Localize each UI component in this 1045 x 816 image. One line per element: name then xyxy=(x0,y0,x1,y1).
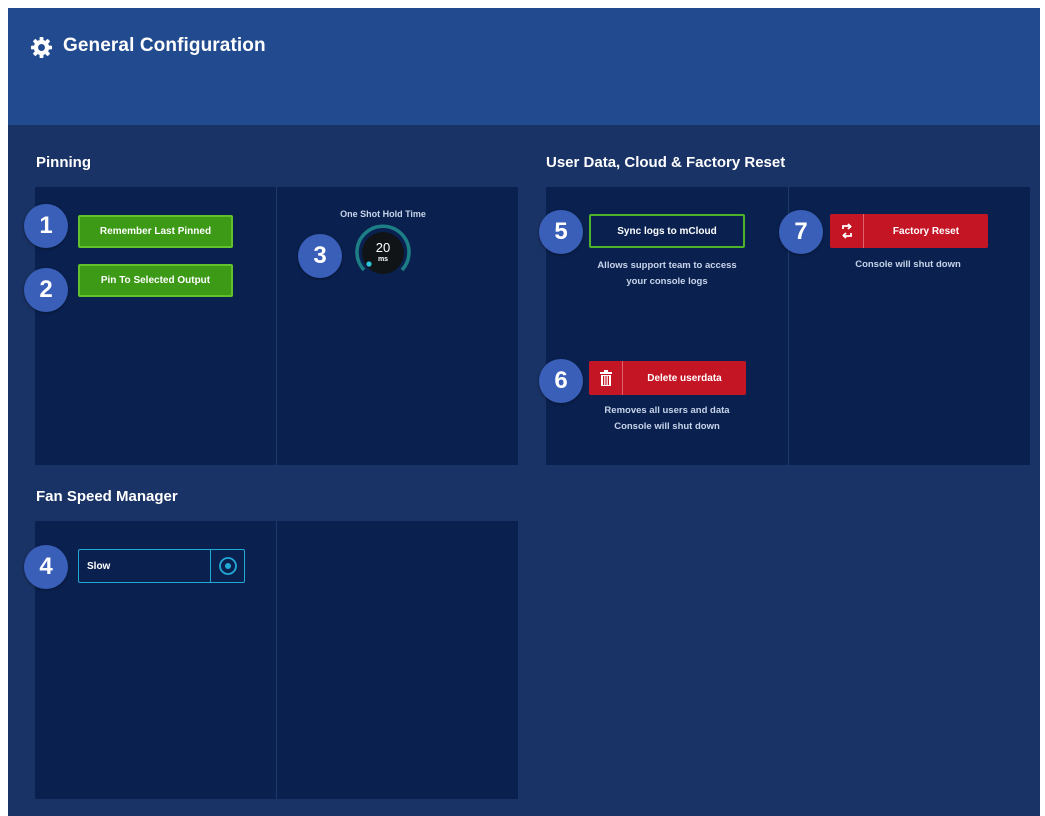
one-shot-hold-time-dial[interactable]: 20 ms xyxy=(353,223,413,283)
delete-userdata-caption-line2: Console will shut down xyxy=(614,421,720,432)
delete-userdata-button[interactable]: Delete userdata xyxy=(589,361,746,395)
one-shot-hold-time-label: One Shot Hold Time xyxy=(340,209,426,219)
callout-badge-3: 3 xyxy=(298,234,342,278)
panel-divider xyxy=(276,187,277,465)
sync-logs-button[interactable]: Sync logs to mCloud xyxy=(589,214,745,248)
pinning-panel: Remember Last Pinned Pin To Selected Out… xyxy=(35,187,518,465)
user-data-section-title: User Data, Cloud & Factory Reset xyxy=(546,154,786,171)
callout-badge-5: 5 xyxy=(539,210,583,254)
callout-badge-6: 6 xyxy=(539,359,583,403)
remember-last-pinned-button[interactable]: Remember Last Pinned xyxy=(78,215,233,248)
sync-logs-caption-line1: Allows support team to access xyxy=(597,260,737,271)
header-bar: General Configuration xyxy=(8,8,1040,125)
factory-reset-button[interactable]: Factory Reset xyxy=(830,214,988,248)
fan-speed-section-title: Fan Speed Manager xyxy=(36,488,178,505)
callout-badge-1: 1 xyxy=(24,204,68,248)
callout-badge-2: 2 xyxy=(24,268,68,312)
callout-badge-7: 7 xyxy=(779,210,823,254)
factory-reset-label: Factory Reset xyxy=(892,225,960,237)
page-title: General Configuration xyxy=(63,35,266,56)
fan-speed-panel: Slow xyxy=(35,521,518,799)
factory-reset-caption: Console will shut down xyxy=(855,259,961,270)
delete-userdata-caption-line1: Removes all users and data xyxy=(604,405,730,416)
dial-unit: ms xyxy=(377,256,389,263)
reset-icon xyxy=(830,214,864,248)
callout-badge-4: 4 xyxy=(24,545,68,589)
dial-value: 20 xyxy=(375,240,391,255)
delete-userdata-label: Delete userdata xyxy=(647,372,722,384)
pin-to-selected-output-button[interactable]: Pin To Selected Output xyxy=(78,264,233,297)
fan-speed-select[interactable]: Slow xyxy=(78,549,245,583)
pinning-section-title: Pinning xyxy=(36,154,91,171)
gear-icon xyxy=(30,36,53,59)
sync-logs-caption-line2: your console logs xyxy=(626,276,708,287)
radio-toggle-icon[interactable] xyxy=(210,550,244,582)
panel-divider xyxy=(276,521,277,799)
trash-icon xyxy=(589,361,623,395)
app-window: General Configuration Pinning Remember L… xyxy=(8,8,1040,816)
fan-speed-value: Slow xyxy=(87,560,111,572)
